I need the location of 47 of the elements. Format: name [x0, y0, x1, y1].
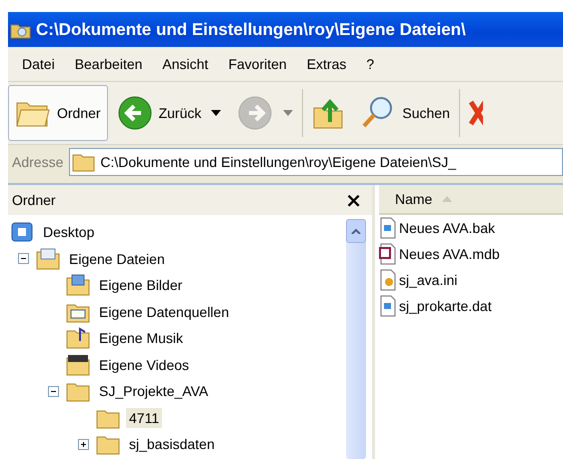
- scroll-up-icon: [351, 228, 361, 234]
- music-folder-icon: [66, 327, 90, 350]
- menu-item[interactable]: Datei: [12, 56, 65, 72]
- folder-up-icon: [312, 96, 344, 130]
- expander-icon[interactable]: [18, 253, 30, 264]
- menu-item[interactable]: Ansicht: [152, 56, 218, 72]
- documents-folder-icon: [36, 248, 60, 270]
- menu-item[interactable]: Bearbeiten: [64, 56, 152, 72]
- document-icon: [379, 295, 397, 317]
- tree-item[interactable]: 4711: [126, 408, 162, 428]
- tree-item[interactable]: Eigene Videos: [96, 354, 192, 375]
- expander-icon[interactable]: [78, 438, 90, 450]
- pictures-folder-icon: [66, 274, 90, 296]
- video-folder-icon: [66, 354, 90, 376]
- database-file-icon: [379, 243, 397, 265]
- tree-item[interactable]: Eigene Dateien: [66, 248, 168, 269]
- pane-title: Ordner: [12, 192, 56, 208]
- close-button[interactable]: ×: [345, 188, 362, 212]
- document-icon: [379, 217, 397, 239]
- address-label: Adresse: [12, 154, 64, 170]
- tree-item[interactable]: Eigene Bilder: [96, 275, 186, 296]
- address-field[interactable]: C:\Dokumente und Einstellungen\roy\Eigene Dateien\SJ_: [69, 148, 563, 176]
- folders-button[interactable]: Ordner: [8, 85, 108, 141]
- file-name[interactable]: Neues AVA.mdb: [399, 246, 500, 262]
- window-title: C:\Dokumente und Einstellungen\roy\Eigene Dateien\: [36, 20, 466, 40]
- tree-item[interactable]: Eigene Musik: [96, 328, 186, 348]
- column-header[interactable]: Name: [395, 191, 432, 207]
- folder-icon: [72, 152, 96, 172]
- expander-icon[interactable]: [48, 386, 60, 397]
- caret-icon: [283, 110, 294, 116]
- tree-item[interactable]: Desktop: [40, 222, 98, 242]
- tree-item[interactable]: SJ_Projekte_AVA: [96, 381, 212, 402]
- file-name[interactable]: sj_prokarte.dat: [399, 298, 492, 314]
- caret-icon: [211, 110, 222, 116]
- back-button[interactable]: Zurück: [110, 85, 228, 141]
- scrollbar[interactable]: [346, 219, 366, 459]
- settings-file-icon: [379, 269, 397, 291]
- menu-item[interactable]: ?: [356, 56, 384, 72]
- search-button[interactable]: Suchen: [353, 85, 457, 141]
- delete-icon: [468, 98, 483, 128]
- file-name[interactable]: Neues AVA.bak: [399, 220, 495, 236]
- tree-item[interactable]: sj_basisdaten: [126, 434, 218, 454]
- tree-item[interactable]: Eigene Datenquellen: [96, 302, 232, 322]
- file-name[interactable]: sj_ava.ini: [399, 272, 458, 288]
- sort-arrow-icon: [442, 196, 452, 202]
- menu-item[interactable]: Extras: [296, 56, 356, 72]
- menu-item[interactable]: Favoriten: [218, 56, 297, 72]
